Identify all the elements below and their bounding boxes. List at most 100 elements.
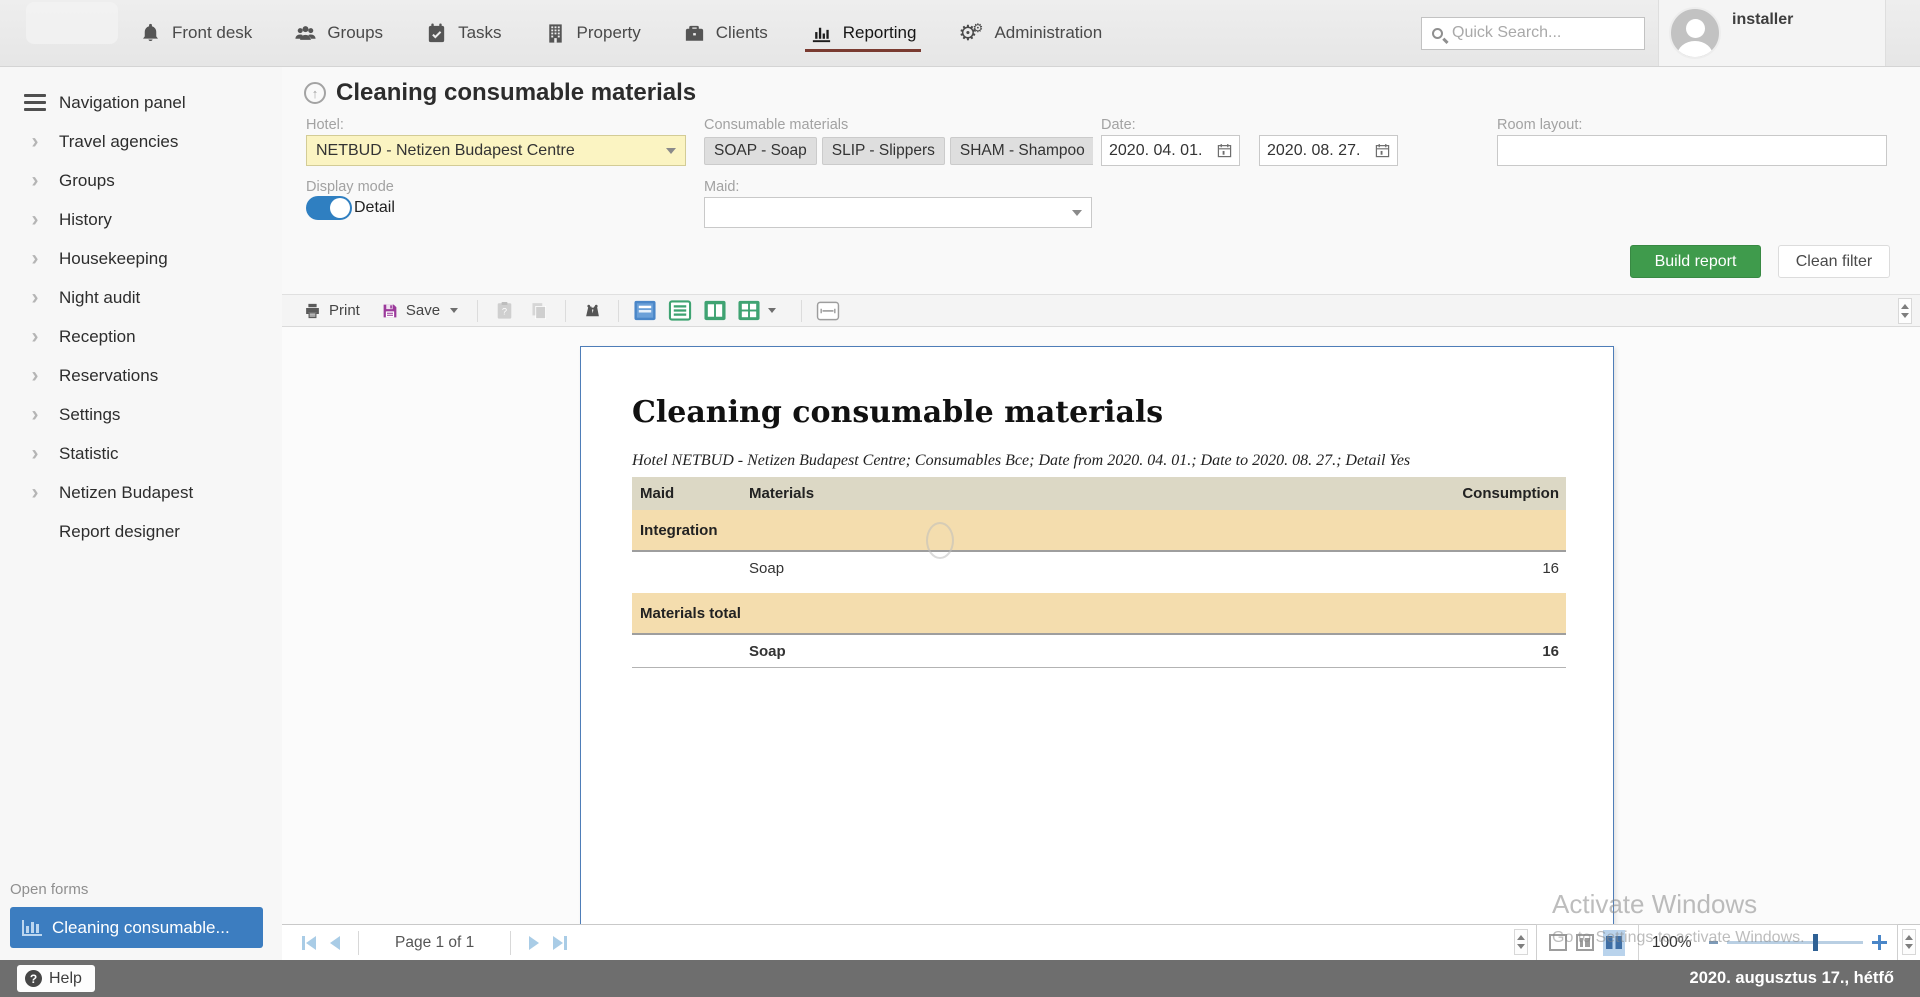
cell-consumption: 16 bbox=[1542, 560, 1566, 577]
nav-item-reporting[interactable]: Reporting bbox=[789, 0, 938, 66]
nav-item-property[interactable]: Property bbox=[523, 0, 662, 66]
view-continuous-button[interactable] bbox=[666, 298, 694, 324]
zoom-slider-thumb[interactable] bbox=[1813, 934, 1818, 951]
fit-grid-icon[interactable] bbox=[1603, 930, 1625, 956]
document-properties-button[interactable]: ? bbox=[490, 298, 518, 324]
display-mode-toggle[interactable]: Detail bbox=[306, 196, 395, 220]
nav-label: Administration bbox=[994, 23, 1102, 43]
previous-page-button[interactable] bbox=[322, 930, 348, 956]
page-setup-button[interactable] bbox=[814, 298, 842, 324]
clean-filter-button[interactable]: Clean filter bbox=[1778, 245, 1890, 278]
scroll-spin-button[interactable] bbox=[1902, 929, 1916, 955]
user-name: installer bbox=[1732, 11, 1793, 66]
nav-label: Tasks bbox=[458, 23, 501, 43]
maid-label: Maid: bbox=[704, 179, 739, 195]
chevron-right-icon: › bbox=[24, 249, 46, 269]
nav-item-groups[interactable]: Groups bbox=[273, 0, 404, 66]
logo-placeholder bbox=[26, 2, 118, 44]
room-layout-input[interactable] bbox=[1497, 135, 1887, 166]
bar-chart-icon bbox=[22, 920, 42, 936]
sidebar-item-netizen-budapest[interactable]: › Netizen Budapest bbox=[0, 473, 282, 512]
nav-label: Clients bbox=[716, 23, 768, 43]
help-icon: ? bbox=[25, 970, 42, 987]
view-multi-page-button[interactable] bbox=[736, 298, 776, 324]
sidebar-item-report-designer[interactable]: Report designer bbox=[0, 512, 282, 551]
sidebar-item-reception[interactable]: ›Reception bbox=[0, 317, 282, 356]
build-report-button[interactable]: Build report bbox=[1630, 245, 1761, 278]
open-form-tab-cleaning-consumable[interactable]: Cleaning consumable... bbox=[10, 907, 263, 948]
sidebar-item-travel-agencies[interactable]: ›Travel agencies bbox=[0, 122, 282, 161]
hotel-select[interactable]: NETBUD - Netizen Budapest Centre bbox=[306, 135, 686, 166]
table-row: Soap 16 bbox=[632, 552, 1566, 585]
zoom-slider[interactable] bbox=[1727, 941, 1863, 944]
sidebar-item-history[interactable]: ›History bbox=[0, 200, 282, 239]
sidebar-item-settings[interactable]: ›Settings bbox=[0, 395, 282, 434]
find-button[interactable] bbox=[578, 298, 606, 324]
consumable-tag[interactable]: SOAP - Soap bbox=[704, 137, 817, 165]
building-icon bbox=[544, 22, 567, 45]
user-panel[interactable]: installer bbox=[1658, 0, 1886, 66]
print-button[interactable]: Print bbox=[296, 298, 367, 324]
scroll-spin-button[interactable] bbox=[1898, 298, 1912, 324]
view-two-pages-button[interactable] bbox=[701, 298, 729, 324]
date-from-input[interactable] bbox=[1109, 142, 1217, 160]
sidebar-item-reservations[interactable]: ›Reservations bbox=[0, 356, 282, 395]
save-label: Save bbox=[406, 302, 440, 319]
svg-text:?: ? bbox=[501, 307, 506, 317]
calendar-icon[interactable] bbox=[1375, 143, 1390, 158]
nav-item-front-desk[interactable]: Front desk bbox=[118, 0, 273, 66]
sidebar-item-label: Statistic bbox=[59, 444, 119, 464]
search-icon bbox=[1432, 28, 1443, 39]
fit-page-icon[interactable] bbox=[1549, 934, 1567, 951]
users-icon bbox=[294, 22, 317, 45]
zoom-plus-icon[interactable] bbox=[1872, 935, 1885, 950]
sidebar-item-statistic[interactable]: ›Statistic bbox=[0, 434, 282, 473]
maid-select[interactable] bbox=[704, 197, 1092, 228]
consumables-label: Consumable materials bbox=[704, 117, 848, 133]
sidebar-item-label: History bbox=[59, 210, 112, 230]
help-button[interactable]: ? Help bbox=[17, 965, 95, 992]
col-header-maid: Maid bbox=[632, 485, 749, 502]
save-button[interactable]: Save bbox=[374, 298, 465, 324]
table-group-row: Materials total bbox=[632, 593, 1566, 635]
first-page-button[interactable] bbox=[296, 930, 322, 956]
consumable-tag[interactable]: SHAM - Shampoo bbox=[950, 137, 1093, 165]
sidebar-item-housekeeping[interactable]: ›Housekeeping bbox=[0, 239, 282, 278]
display-mode-value: Detail bbox=[354, 199, 395, 217]
chevron-right-icon: › bbox=[24, 483, 46, 503]
briefcase-icon bbox=[683, 22, 706, 45]
toolbar-separator bbox=[801, 300, 802, 322]
view-two-col-icon bbox=[703, 299, 727, 322]
nav-item-clients[interactable]: Clients bbox=[662, 0, 789, 66]
sidebar-item-groups[interactable]: ›Groups bbox=[0, 161, 282, 200]
scroll-spin-button[interactable] bbox=[1514, 929, 1528, 955]
chevron-right-icon: › bbox=[24, 327, 46, 347]
report-preview-area[interactable]: Cleaning consumable materials Hotel NETB… bbox=[282, 327, 1920, 924]
clipboard-icon: ? bbox=[496, 301, 513, 320]
loading-spinner-ghost bbox=[926, 522, 954, 559]
sidebar-item-night-audit[interactable]: ›Night audit bbox=[0, 278, 282, 317]
nav-item-tasks[interactable]: Tasks bbox=[404, 0, 522, 66]
calendar-check-icon bbox=[425, 22, 448, 45]
cell-material: Soap bbox=[632, 643, 1542, 660]
date-to-input[interactable] bbox=[1267, 142, 1375, 160]
date-to-field bbox=[1259, 135, 1398, 166]
zoom-minus-icon[interactable] bbox=[1709, 941, 1718, 944]
sidebar-item-label: Netizen Budapest bbox=[59, 483, 193, 503]
open-forms-label: Open forms bbox=[10, 881, 282, 898]
next-page-button[interactable] bbox=[521, 930, 547, 956]
copy-icon bbox=[530, 301, 548, 320]
nav-item-administration[interactable]: ⚙⚙ Administration bbox=[937, 0, 1123, 66]
view-grid-icon bbox=[737, 299, 761, 322]
sidebar-item-navigation-panel[interactable]: Navigation panel bbox=[0, 83, 282, 122]
calendar-icon[interactable] bbox=[1217, 143, 1232, 158]
consumable-tag[interactable]: SLIP - Slippers bbox=[822, 137, 945, 165]
fit-width-icon[interactable] bbox=[1576, 934, 1594, 951]
search-input[interactable] bbox=[1452, 24, 1634, 42]
date-from-field bbox=[1101, 135, 1240, 166]
main-area: ↑ Cleaning consumable materials Hotel: N… bbox=[282, 67, 1920, 960]
copy-button[interactable] bbox=[525, 298, 553, 324]
view-single-page-button[interactable] bbox=[631, 298, 659, 324]
last-page-button[interactable] bbox=[547, 930, 573, 956]
collapse-icon[interactable]: ↑ bbox=[304, 82, 326, 104]
